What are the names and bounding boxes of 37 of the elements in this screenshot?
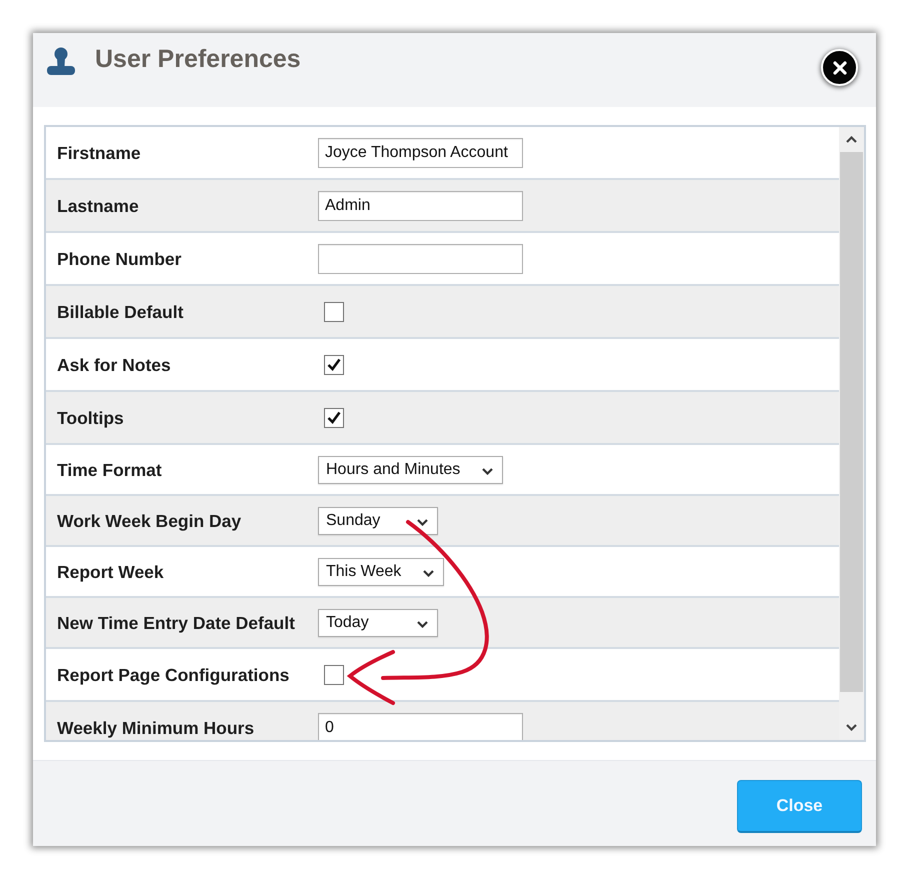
- check-icon: [327, 411, 341, 424]
- dialog-title: User Preferences: [95, 45, 301, 73]
- checkbox[interactable]: [324, 302, 344, 322]
- field-label: New Time Entry Date Default: [56, 612, 296, 632]
- caret-icon: [417, 518, 428, 526]
- dropdown[interactable]: Today: [318, 608, 438, 636]
- text-field[interactable]: Joyce Thompson Account: [318, 138, 523, 168]
- close-icon: [832, 60, 846, 74]
- close-button[interactable]: [821, 49, 858, 86]
- field-label: Report Week: [56, 562, 165, 582]
- caret-icon: [423, 570, 434, 576]
- scrollbar-thumb[interactable]: [840, 152, 863, 692]
- field-label: Time Format: [56, 460, 163, 480]
- chevron-down-icon: [846, 724, 857, 731]
- text-field[interactable]: 0: [318, 712, 523, 740]
- field-label: Ask for Notes: [56, 354, 172, 374]
- field-label: Firstname: [56, 142, 142, 162]
- caret-icon: [482, 468, 494, 474]
- field-label: Weekly Minimum Hours: [56, 718, 256, 738]
- dropdown[interactable]: This Week: [318, 558, 444, 586]
- dropdown[interactable]: Sunday: [318, 506, 438, 534]
- caret-icon: [417, 620, 428, 628]
- checkbox[interactable]: [324, 664, 344, 684]
- field-label: Work Week Begin Day: [56, 510, 242, 530]
- field-label: Tooltips: [56, 408, 125, 428]
- check-icon: [327, 358, 341, 371]
- field-label: Phone Number: [56, 248, 182, 268]
- user-icon: [47, 47, 75, 75]
- text-field[interactable]: Admin: [318, 190, 523, 220]
- text-field[interactable]: [318, 244, 523, 274]
- checkbox[interactable]: [324, 354, 344, 374]
- checkbox[interactable]: [324, 408, 344, 428]
- chevron-up-icon: [846, 136, 857, 143]
- dropdown[interactable]: Hours and Minutes: [318, 456, 504, 484]
- field-label: Lastname: [56, 196, 140, 216]
- field-label: Report Page Configurations: [56, 664, 290, 684]
- field-label: Billable Default: [56, 302, 184, 322]
